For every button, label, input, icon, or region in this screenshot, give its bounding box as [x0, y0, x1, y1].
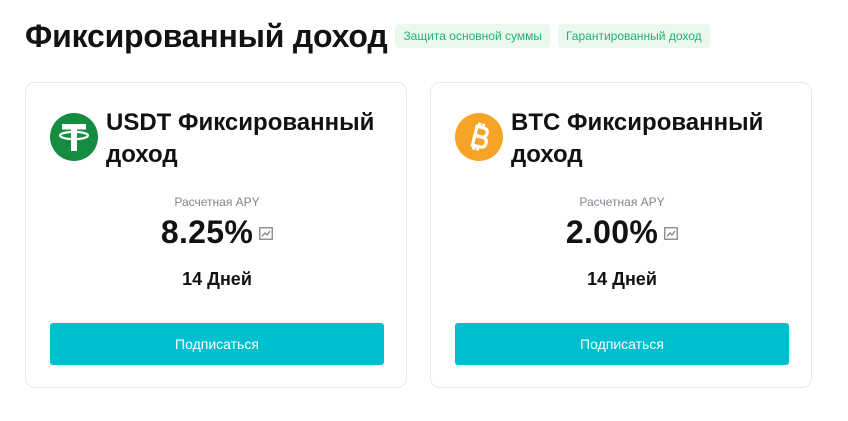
product-title: USDT Фиксированный доход: [106, 109, 375, 168]
btc-icon: [455, 113, 503, 161]
page-header: Фиксированный доход Защита основной сумм…: [25, 14, 710, 58]
guaranteed-income-badge: Гарантированный доход: [557, 24, 710, 48]
apy-label: Расчетная APY: [174, 195, 260, 209]
apy-value: 2.00%: [565, 214, 659, 250]
apy-row: 2.00%: [431, 211, 813, 253]
subscribe-button[interactable]: Подписаться: [50, 323, 384, 365]
term-duration: 14 Дней: [587, 269, 657, 289]
subscribe-button[interactable]: Подписаться: [455, 323, 789, 365]
page-title: Фиксированный доход: [25, 18, 388, 54]
product-title: BTC Фиксированный доход: [511, 109, 764, 168]
usdt-icon: [50, 113, 98, 161]
term-duration: 14 Дней: [182, 269, 252, 289]
principal-protected-badge: Защита основной суммы: [395, 24, 550, 48]
apy-chart-icon[interactable]: [259, 226, 274, 240]
apy-label: Расчетная APY: [579, 195, 665, 209]
apy-row: 8.25%: [26, 211, 408, 253]
apy-value: 8.25%: [160, 214, 254, 250]
apy-chart-icon[interactable]: [664, 226, 679, 240]
product-card-usdt: USDT Фиксированный доход Расчетная APY 8…: [25, 82, 407, 388]
product-card-btc: BTC Фиксированный доход Расчетная APY 2.…: [430, 82, 812, 388]
